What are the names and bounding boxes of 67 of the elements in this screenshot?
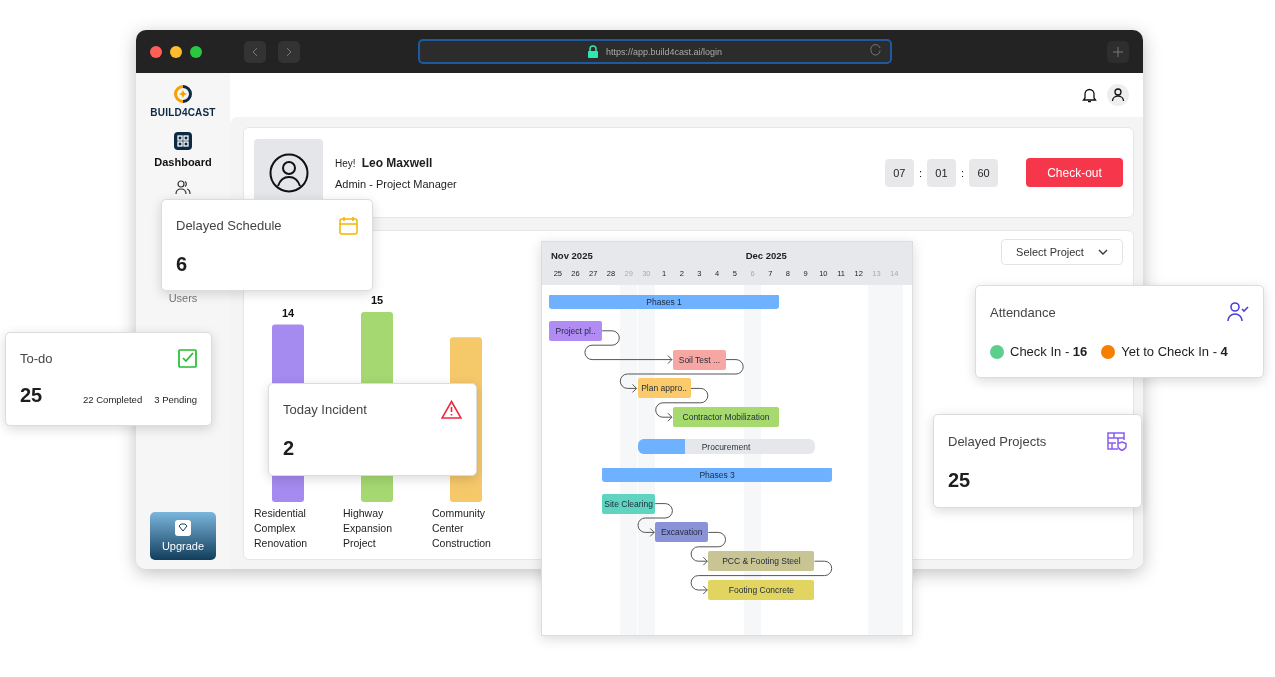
card-title: Attendance	[990, 304, 1056, 320]
task-bar[interactable]: Project pl..	[549, 320, 603, 341]
category-label: Community Center Construction	[432, 506, 492, 551]
bell-icon[interactable]	[1082, 87, 1097, 103]
timer-separator: :	[918, 166, 922, 179]
address-bar[interactable]: https://app.build4cast.ai/login	[418, 39, 892, 64]
timer-separator: :	[960, 166, 964, 179]
card-value: 6	[176, 253, 189, 276]
attendance-count: Check In - 16	[1010, 344, 1088, 359]
check-out-button[interactable]: Check-out	[1026, 158, 1123, 187]
plus-icon	[1113, 46, 1123, 57]
timer-digits: 07	[884, 158, 914, 187]
warning-icon	[441, 400, 462, 419]
task-bar[interactable]: Footing Concrete	[708, 580, 815, 600]
calendar-icon	[339, 216, 358, 235]
minimize-window-button[interactable]	[170, 45, 182, 58]
attendance-count: Yet to Check In - 4	[1121, 344, 1228, 359]
checkbox-icon	[178, 349, 197, 368]
sidebar-item[interactable]: Users	[168, 292, 198, 304]
chevron-down-icon	[1097, 249, 1108, 255]
card-title: Today Incident	[283, 402, 367, 417]
card-value: 25	[20, 384, 43, 407]
completed-count: 22 Completed	[83, 394, 143, 405]
logo-text: BUILD4CAST	[150, 107, 216, 118]
users-icon	[174, 178, 192, 196]
month-label: Nov 2025	[551, 250, 593, 261]
maximize-window-button[interactable]	[190, 45, 202, 58]
card-title: Delayed Schedule	[176, 218, 282, 233]
phase-bar[interactable]: Phases 3	[602, 467, 833, 482]
select-project-dropdown[interactable]: Select Project	[1001, 239, 1123, 265]
lock-icon	[587, 45, 598, 58]
timer-digits: 60	[969, 158, 998, 187]
sidebar-item[interactable]	[174, 178, 192, 196]
user-check-icon	[1227, 302, 1249, 322]
phase-bar[interactable]: Phases 1	[549, 295, 780, 309]
task-bar[interactable]: Soil Test ...	[672, 349, 726, 370]
user-silhouette-icon	[268, 152, 309, 193]
reload-icon[interactable]	[869, 44, 882, 57]
sidebar-item[interactable]: Dashboard	[154, 132, 212, 168]
bar-value-label: 14	[281, 306, 295, 319]
task-bar[interactable]: Excavation	[655, 522, 709, 543]
month-label: Dec 2025	[745, 250, 787, 261]
category-label: Highway Expansion Project	[343, 506, 394, 551]
logo-icon	[172, 83, 194, 105]
upgrade-button[interactable]: Upgrade	[150, 512, 216, 560]
close-window-button[interactable]	[150, 45, 162, 58]
pending-count: 3 Pending	[154, 394, 197, 405]
greeting-text: Hey!	[335, 157, 356, 169]
user-role: Admin - Project Manager	[335, 177, 457, 190]
chevron-left-icon	[252, 46, 258, 57]
progress-task-bar[interactable]: Procurement	[637, 439, 815, 454]
user-name: Leo Maxwell	[361, 155, 433, 170]
task-bar[interactable]: PCC & Footing Steel	[708, 551, 815, 572]
card-value: 2	[283, 437, 296, 460]
task-bar[interactable]: Plan appro..	[637, 378, 691, 399]
card-value: 25	[948, 469, 972, 492]
brick-wall-shield-icon	[1106, 431, 1127, 451]
chevron-right-icon	[286, 46, 292, 57]
category-label: Residential Complex Renovation	[254, 506, 309, 551]
timer-digits: 01	[926, 158, 956, 187]
card-title: To-do	[20, 351, 53, 366]
user-icon[interactable]	[1107, 84, 1129, 106]
bar-value-label: 15	[370, 293, 384, 306]
task-bar[interactable]: Contractor Mobilization	[672, 407, 780, 428]
task-bar[interactable]: Site Clearing	[602, 493, 656, 514]
grid-icon	[174, 132, 192, 150]
card-title: Delayed Projects	[948, 433, 1047, 449]
